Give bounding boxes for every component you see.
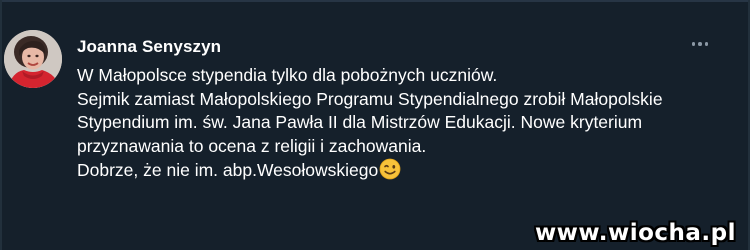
tweet-text: W Małopolsce stypendia tylko dla pobożny…: [77, 64, 737, 187]
tweet-text-line-last: Dobrze, że nie im. abp.Wesołowskiego: [77, 158, 737, 187]
tweet-text-line: przyznawania to ocena z religii i zachow…: [77, 135, 427, 156]
profile-photo-icon: [4, 30, 62, 88]
author-name[interactable]: Joanna Senyszyn: [77, 37, 221, 57]
tweet-text-line: Sejmik zamiast Małopolskiego Programu St…: [77, 88, 663, 109]
ellipsis-icon: [691, 42, 696, 46]
watermark: www.wiocha.pl: [534, 220, 736, 246]
tweet-text-fragment: Dobrze, że nie im. abp.Wesołowskiego: [77, 160, 379, 180]
ellipsis-icon: [704, 42, 709, 46]
tweet[interactable]: Joanna Senyszyn W Małopolsce stypendia t…: [0, 0, 750, 250]
winking-face-emoji-icon: [379, 158, 401, 187]
ellipsis-icon: [698, 42, 702, 46]
author-avatar[interactable]: [4, 30, 62, 88]
tweet-text-line: Stypendium im. św. Jana Pawła II dla Mis…: [77, 112, 643, 132]
tweet-text-line: W Małopolsce stypendia tylko dla pobożny…: [77, 65, 498, 85]
more-options-button[interactable]: [682, 32, 718, 56]
